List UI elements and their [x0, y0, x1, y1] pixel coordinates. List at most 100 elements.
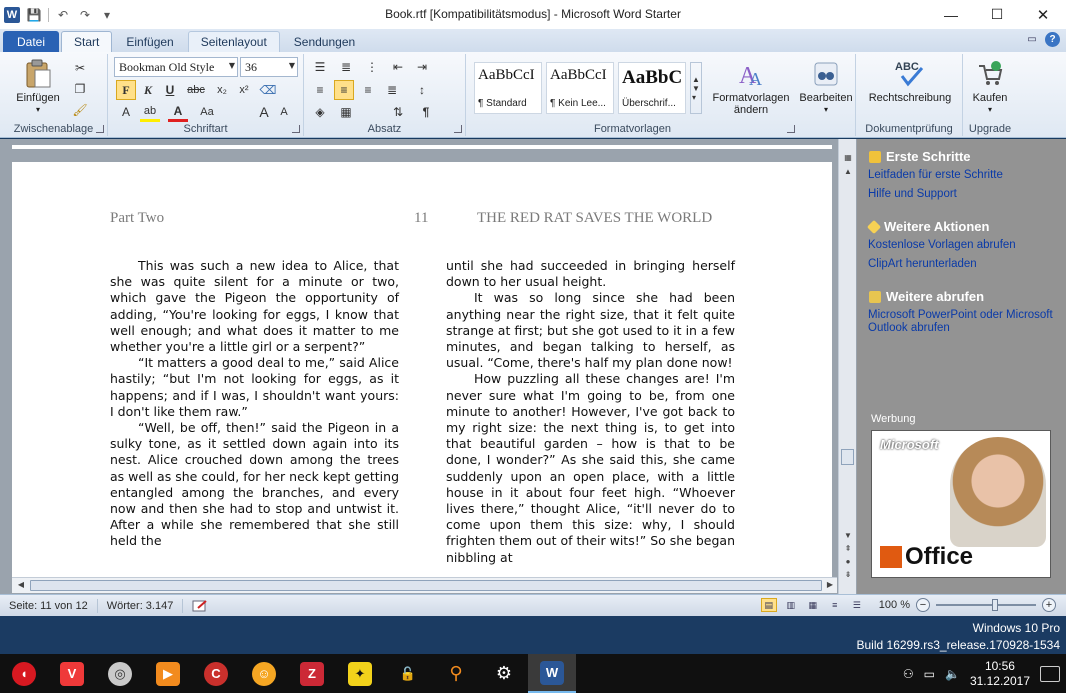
word-app-icon[interactable]: W: [4, 6, 20, 23]
text-effects-icon[interactable]: A: [116, 102, 136, 122]
advertisement[interactable]: Microsoft Office: [871, 430, 1051, 578]
paste-button[interactable]: Einfügen ▾: [14, 58, 62, 116]
text-column-2[interactable]: until she had succeeded in bringing hers…: [446, 258, 735, 566]
tab-einfuegen[interactable]: Einfügen: [114, 31, 185, 52]
print-layout-icon[interactable]: ▤: [760, 598, 777, 612]
edit-button[interactable]: Bearbeiten ▾: [798, 58, 854, 116]
taskbar-video-icon[interactable]: ▶: [144, 654, 192, 693]
scroll-right-icon[interactable]: ▶: [824, 580, 836, 590]
decrease-indent-icon[interactable]: ⇤: [388, 57, 408, 77]
minimize-button[interactable]: —: [928, 0, 974, 29]
ruler-toggle-icon[interactable]: ▦: [842, 153, 854, 163]
horizontal-scroll-thumb[interactable]: [30, 580, 822, 591]
shrink-font-button[interactable]: A: [274, 102, 294, 122]
font-name-select[interactable]: Bookman Old Style ▼: [114, 57, 238, 77]
taskbar-vivaldi-icon[interactable]: V: [48, 654, 96, 693]
volume-icon[interactable]: 🔈: [945, 667, 960, 681]
scroll-down-icon[interactable]: ▼: [842, 531, 854, 541]
font-launcher-icon[interactable]: [292, 125, 300, 133]
highlight-icon[interactable]: ab: [140, 102, 160, 122]
bold-button[interactable]: F: [116, 80, 136, 100]
notification-center-icon[interactable]: [1040, 665, 1060, 682]
sort-icon[interactable]: ⇅: [388, 102, 408, 122]
align-right-icon[interactable]: ≡: [358, 80, 378, 100]
font-size-select[interactable]: 36 ▼: [240, 57, 298, 77]
styles-launcher-icon[interactable]: [787, 125, 795, 133]
style-standard[interactable]: AaBbCcI ¶ Standard: [474, 62, 542, 114]
outline-icon[interactable]: ≡: [827, 598, 843, 612]
redo-icon[interactable]: ↷: [77, 7, 93, 23]
zoom-level[interactable]: 100 %: [879, 599, 910, 611]
link-vorlagen[interactable]: Kostenlose Vorlagen abrufen: [868, 239, 1058, 252]
save-icon[interactable]: 💾: [26, 7, 42, 23]
clear-formatting-icon[interactable]: ⌫: [258, 80, 278, 100]
grow-font-button[interactable]: A: [254, 102, 274, 122]
tab-seitenlayout[interactable]: Seitenlayout: [187, 31, 280, 52]
underline-button[interactable]: U: [160, 80, 180, 100]
draft-icon[interactable]: ☰: [849, 598, 865, 612]
link-hilfe[interactable]: Hilfe und Support: [868, 188, 1058, 201]
taskbar-settings-icon[interactable]: ⚙: [480, 654, 528, 693]
taskbar-edge-icon[interactable]: ◖: [0, 654, 48, 693]
strikethrough-button[interactable]: abc: [186, 80, 206, 100]
numbering-icon[interactable]: ≣: [336, 57, 356, 77]
taskbar-lock-icon[interactable]: 🔓: [384, 654, 432, 693]
align-left-icon[interactable]: ≡: [310, 80, 330, 100]
subscript-button[interactable]: x₂: [212, 80, 232, 100]
taskbar-batman-icon[interactable]: ✦: [336, 654, 384, 693]
paste-dropdown-icon[interactable]: ▾: [36, 104, 40, 116]
undo-icon[interactable]: ↶: [55, 7, 71, 23]
paragraph-launcher-icon[interactable]: [454, 125, 462, 133]
justify-icon[interactable]: ≣: [382, 80, 402, 100]
style-heading[interactable]: AaBbC Überschrif...: [618, 62, 686, 114]
change-styles-button[interactable]: AA Formatvorlagen ändern: [706, 58, 796, 116]
align-center-icon[interactable]: ≡: [334, 80, 354, 100]
document-page[interactable]: Part Two 11 THE RED RAT SAVES THE WORLD …: [12, 162, 832, 582]
proofing-status-icon[interactable]: [183, 599, 217, 613]
people-icon[interactable]: ⚇: [903, 667, 914, 681]
line-spacing-icon[interactable]: ↕: [412, 80, 432, 100]
minimize-ribbon-icon[interactable]: ▭: [1025, 33, 1039, 47]
zoom-slider[interactable]: [936, 599, 1036, 611]
spelling-button[interactable]: ABC Rechtschreibung: [864, 58, 956, 104]
borders-icon[interactable]: ▦: [336, 102, 356, 122]
link-powerpoint-outlook[interactable]: Microsoft PowerPoint oder Microsoft Outl…: [868, 309, 1058, 335]
maximize-button[interactable]: ☐: [974, 0, 1020, 29]
text-column-1[interactable]: This was such a new idea to Alice, that …: [110, 258, 399, 550]
increase-indent-icon[interactable]: ⇥: [412, 57, 432, 77]
tab-sendungen[interactable]: Sendungen: [282, 31, 367, 52]
taskbar-media-icon[interactable]: ◎: [96, 654, 144, 693]
clipboard-launcher-icon[interactable]: [96, 125, 104, 133]
italic-button[interactable]: K: [138, 80, 158, 100]
close-button[interactable]: ✕: [1020, 0, 1066, 29]
link-clipart[interactable]: ClipArt herunterladen: [868, 258, 1058, 271]
copy-icon[interactable]: ❐: [70, 79, 90, 99]
taskbar-chat-icon[interactable]: ☺: [240, 654, 288, 693]
page-count[interactable]: Seite: 11 von 12: [0, 598, 98, 613]
help-icon[interactable]: ?: [1045, 32, 1060, 47]
horizontal-scrollbar[interactable]: ◀ ▶: [12, 577, 837, 593]
zoom-out-button[interactable]: −: [916, 598, 930, 612]
network-icon[interactable]: ▭: [924, 667, 935, 681]
zoom-slider-knob[interactable]: [992, 599, 998, 611]
link-leitfaden[interactable]: Leitfaden für erste Schritte: [868, 169, 1058, 182]
taskbar-search-icon[interactable]: ⚲: [432, 654, 480, 693]
format-painter-icon[interactable]: 🖌: [70, 100, 90, 120]
taskbar-zotero-icon[interactable]: Z: [288, 654, 336, 693]
multilevel-list-icon[interactable]: ⋮: [362, 57, 382, 77]
font-color-icon[interactable]: A: [168, 102, 188, 122]
buy-button[interactable]: Kaufen ▾: [965, 58, 1015, 116]
show-formatting-button[interactable]: ¶: [416, 102, 436, 122]
word-count[interactable]: Wörter: 3.147: [98, 598, 184, 613]
previous-page-icon[interactable]: ⇞: [842, 544, 854, 554]
vertical-scrollbar[interactable]: ▦ ▲ ▼ ⇞ ● ⇟: [838, 139, 856, 594]
taskbar-ccleaner-icon[interactable]: C: [192, 654, 240, 693]
taskbar-word-icon[interactable]: W: [528, 654, 576, 693]
cut-icon[interactable]: ✂: [70, 58, 90, 78]
change-case-button[interactable]: Aa: [194, 102, 220, 122]
web-layout-icon[interactable]: ▦: [805, 598, 821, 612]
customize-qat-icon[interactable]: ▾: [99, 7, 115, 23]
tab-start[interactable]: Start: [61, 31, 113, 52]
bullets-icon[interactable]: ☰: [310, 57, 330, 77]
next-page-icon[interactable]: ⇟: [842, 570, 854, 580]
